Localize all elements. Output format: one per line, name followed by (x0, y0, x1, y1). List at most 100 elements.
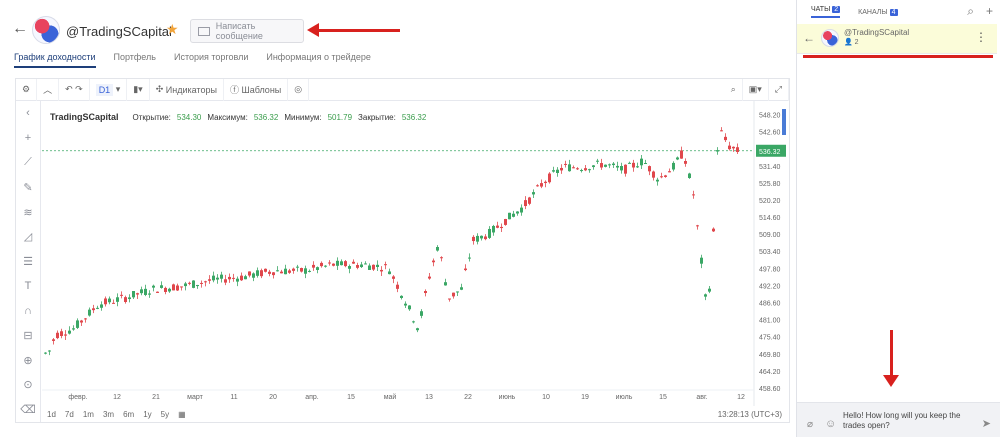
candle-body (268, 271, 271, 274)
candle-body (172, 284, 175, 291)
candle-body (724, 136, 727, 141)
trendline-icon[interactable]: ⟋ (16, 150, 41, 175)
legend-open: 534.30 (176, 113, 202, 122)
more-options-icon[interactable]: ⋮ (975, 30, 987, 44)
y-tick-label: 531.40 (759, 164, 781, 171)
write-message-button[interactable]: Написать сообщение (190, 19, 304, 43)
candle-body (160, 285, 163, 288)
candle-body (616, 165, 619, 168)
back-arrow-icon[interactable]: ← (803, 31, 815, 45)
trader-name[interactable]: @TradingSCapital (66, 24, 172, 39)
calendar-icon[interactable]: ▦ (178, 410, 186, 419)
back-icon[interactable]: ‹ (16, 101, 41, 126)
interval-select[interactable]: D1 ▾ (90, 78, 128, 101)
candle-body (176, 285, 179, 291)
fullscreen-icon[interactable]: ⤢ (769, 78, 789, 101)
attach-icon[interactable]: ⌀ (807, 419, 813, 430)
candle-body (328, 262, 331, 264)
send-icon[interactable]: ➤ (982, 417, 991, 430)
collapse-chevron-icon[interactable]: ︿ (37, 78, 60, 101)
candle-body (672, 162, 675, 170)
emoji-icon[interactable]: ☺ (825, 418, 836, 430)
lock-icon[interactable]: ⊙ (16, 373, 41, 398)
range-3m[interactable]: 3m (103, 410, 114, 419)
candle-body (584, 168, 587, 171)
chart-type-icon[interactable]: ▮▾ (127, 78, 150, 101)
templates-button[interactable]: ⓕ Шаблоны (224, 78, 289, 101)
range-1y[interactable]: 1y (143, 410, 151, 419)
candle-body (588, 169, 591, 171)
candle-body (456, 291, 459, 293)
tab-trader-info[interactable]: Информация о трейдере (266, 52, 371, 68)
price-chart[interactable]: 548.20 542.60 536.32 531.40 525.80 520.20 514.… (42, 101, 788, 406)
candle-body (416, 328, 419, 331)
channels-count-badge: 4 (889, 8, 898, 16)
pattern-icon[interactable]: ◿ (16, 224, 41, 249)
candle-body (152, 285, 155, 288)
candle-body (404, 303, 407, 306)
zoom-in-icon[interactable]: ⊕ (16, 348, 41, 373)
candle-body (192, 280, 195, 288)
star-icon[interactable]: ★ (166, 21, 179, 38)
y-tick-label: 542.60 (759, 130, 781, 137)
text-icon[interactable]: T (16, 274, 41, 299)
range-6m[interactable]: 6m (123, 410, 134, 419)
candle-body (396, 284, 399, 289)
candle-body (264, 268, 267, 272)
candle-body (648, 166, 651, 172)
magnet-icon[interactable]: ∩ (16, 299, 41, 324)
candle-body (692, 194, 695, 196)
camera-icon[interactable]: ◎ (288, 78, 310, 101)
tab-trade-history[interactable]: История торговли (174, 52, 248, 68)
range-1m[interactable]: 1m (83, 410, 94, 419)
settings-gear-icon[interactable]: ⚙ (16, 78, 38, 101)
save-icon[interactable]: ▣▾ (743, 78, 769, 101)
crosshair-icon[interactable]: + (16, 126, 41, 151)
candle-body (408, 305, 411, 310)
range-5y[interactable]: 5y (161, 410, 169, 419)
message-input[interactable]: Hello! How long will you keep the trades… (843, 411, 973, 431)
candle-body (124, 297, 127, 303)
candle-body (600, 163, 603, 168)
back-arrow-icon[interactable]: ← (12, 20, 28, 38)
candle-body (708, 288, 711, 292)
candle-body (544, 181, 547, 184)
candle-body (72, 328, 75, 330)
candle-body (532, 192, 535, 195)
y-tick-label: 469.80 (759, 352, 781, 359)
measure-icon[interactable]: ⊟ (16, 323, 41, 348)
trash-icon[interactable]: ⌫ (16, 397, 41, 422)
candle-body (676, 157, 679, 160)
chat-item[interactable]: ← @TradingSCapital 👤 2 ⋮ (797, 24, 997, 54)
plus-icon[interactable]: + (986, 4, 993, 19)
undo-icon[interactable]: ↶ ↷ (59, 78, 90, 101)
candle-body (100, 304, 103, 308)
candle-body (260, 270, 263, 277)
search-icon[interactable]: ⌕ (967, 4, 974, 19)
candle-body (196, 284, 199, 287)
candle-body (276, 270, 279, 272)
x-tick-label: 10 (542, 394, 550, 401)
candle-body (292, 268, 295, 271)
channel-icon[interactable]: ≋ (16, 200, 41, 225)
tab-portfolio[interactable]: Портфель (114, 52, 156, 68)
x-tick-label: 12 (113, 394, 121, 401)
candle-body (112, 302, 115, 304)
candle-body (428, 276, 431, 279)
candle-body (472, 236, 475, 242)
candle-body (424, 291, 427, 294)
candle-body (244, 276, 247, 280)
x-tick-label: 22 (464, 394, 472, 401)
range-1d[interactable]: 1d (47, 410, 56, 419)
candle-body (484, 236, 487, 240)
tab-performance-chart[interactable]: График доходности (14, 52, 96, 68)
fib-icon[interactable]: ☰ (16, 249, 41, 274)
brush-icon[interactable]: ✎ (16, 175, 41, 200)
search-icon[interactable]: ⌕ (725, 78, 743, 101)
indicators-button[interactable]: ✣ Индикаторы (150, 78, 224, 101)
tab-chats[interactable]: ЧАТЫ 2 (811, 6, 841, 18)
candle-body (632, 162, 635, 168)
tab-channels[interactable]: КАНАЛЫ 4 (858, 8, 898, 16)
envelope-icon (198, 26, 210, 36)
range-7d[interactable]: 7d (65, 410, 74, 419)
